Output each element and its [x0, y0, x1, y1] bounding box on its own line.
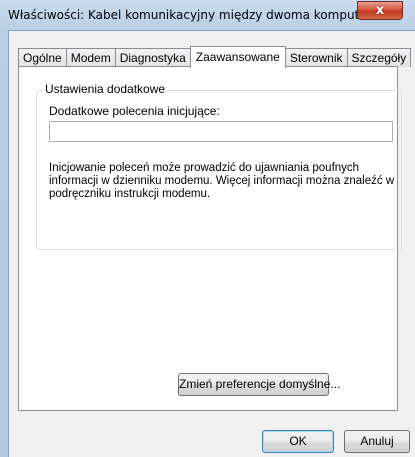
title-bar[interactable]: Właściwości: Kabel komunikacyjny między …: [0, 0, 415, 30]
init-commands-input[interactable]: [49, 121, 393, 142]
window-title: Właściwości: Kabel komunikacyjny między …: [8, 8, 394, 22]
info-text: Inicjowanie poleceń może prowadzić do uj…: [49, 162, 395, 200]
close-icon: x: [375, 3, 385, 18]
change-defaults-button[interactable]: Zmień preferencje domyślne...: [178, 373, 340, 396]
tab-driver[interactable]: Sterownik: [284, 48, 348, 67]
close-button[interactable]: x: [357, 1, 403, 20]
ok-button[interactable]: OK: [262, 430, 334, 453]
tab-advanced[interactable]: Zaawansowane: [189, 46, 286, 68]
properties-window: Właściwości: Kabel komunikacyjny między …: [0, 0, 415, 457]
tab-diagnostics[interactable]: Diagnostyka: [114, 48, 191, 67]
tab-general[interactable]: Ogólne: [18, 48, 67, 67]
cancel-button[interactable]: Anuluj: [344, 430, 410, 453]
group-title: Ustawienia dodatkowe: [42, 82, 169, 96]
tab-modem[interactable]: Modem: [65, 48, 116, 67]
tab-strip: Ogólne Modem Diagnostyka Zaawansowane St…: [18, 46, 412, 68]
tab-details[interactable]: Szczegóły: [346, 48, 412, 67]
init-commands-label: Dodatkowe polecenia inicjujące:: [49, 104, 220, 118]
